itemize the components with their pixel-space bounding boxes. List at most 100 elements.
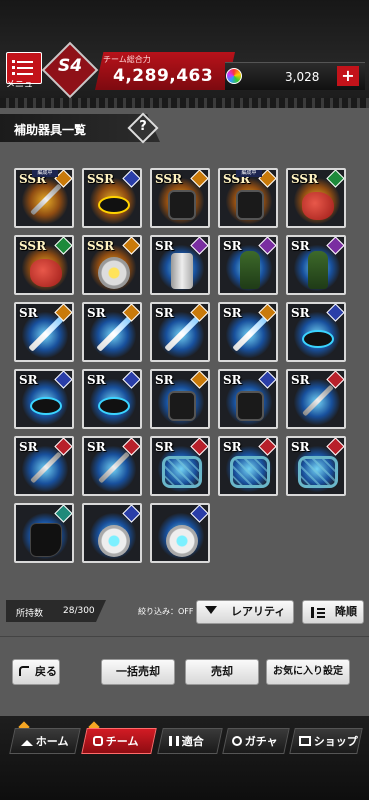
rarity-filter-label: レアリティ bbox=[231, 605, 286, 618]
net-icon bbox=[162, 456, 202, 488]
item-card[interactable] bbox=[14, 503, 74, 563]
gem-count: 3,028 bbox=[285, 70, 320, 84]
item-card[interactable]: SR bbox=[286, 302, 346, 362]
item-rarity: SR bbox=[223, 373, 242, 387]
glove-icon bbox=[236, 391, 264, 421]
item-card[interactable]: SR bbox=[218, 436, 278, 496]
item-rarity: SR bbox=[87, 440, 106, 454]
item-card[interactable]: SSR 編成中 bbox=[14, 168, 74, 228]
item-card[interactable]: SSR bbox=[82, 235, 142, 295]
item-card[interactable]: SR bbox=[14, 302, 74, 362]
item-card[interactable]: SSR bbox=[14, 235, 74, 295]
item-rarity: SR bbox=[291, 440, 310, 454]
gacha-icon bbox=[232, 736, 242, 746]
item-rarity: SR bbox=[291, 239, 310, 253]
help-icon[interactable]: ? bbox=[132, 119, 154, 134]
divider bbox=[0, 636, 369, 637]
menu-icon-line bbox=[17, 67, 33, 69]
item-card[interactable]: SR bbox=[150, 235, 210, 295]
item-card[interactable]: SR bbox=[150, 436, 210, 496]
item-rarity: SR bbox=[155, 239, 174, 253]
filter-status: 絞り込み：OFF bbox=[138, 607, 194, 616]
item-rarity: SR bbox=[19, 373, 38, 387]
menu-icon-dot bbox=[12, 66, 15, 69]
item-rarity: SR bbox=[223, 440, 242, 454]
tab-home[interactable]: ホーム bbox=[9, 728, 81, 754]
item-card[interactable]: SR bbox=[150, 302, 210, 362]
item-rarity: SR bbox=[19, 440, 38, 454]
shop-icon bbox=[299, 736, 311, 746]
can-icon bbox=[171, 253, 193, 289]
back-arrow-icon bbox=[19, 666, 29, 676]
glove-icon bbox=[236, 190, 264, 220]
item-card[interactable]: SR bbox=[286, 235, 346, 295]
tab-training[interactable]: 適合 bbox=[157, 728, 223, 754]
figure-icon bbox=[240, 251, 260, 289]
sort-order-label: 降順 bbox=[335, 605, 357, 618]
item-rarity: SSR bbox=[87, 239, 115, 253]
item-card[interactable] bbox=[82, 503, 142, 563]
gem-icon bbox=[226, 68, 242, 84]
boxing-icon bbox=[302, 192, 334, 220]
favorite-settings-button[interactable]: お気に入り設定 bbox=[266, 659, 350, 685]
item-rarity: SR bbox=[291, 306, 310, 320]
tape-icon bbox=[98, 257, 130, 289]
tab-shop[interactable]: ショップ bbox=[289, 728, 363, 754]
sort-order-button[interactable]: 降順 bbox=[302, 600, 364, 624]
back-label: 戻る bbox=[35, 665, 57, 678]
item-rarity: SR bbox=[87, 373, 106, 387]
item-card[interactable]: SR bbox=[150, 369, 210, 429]
item-card[interactable]: SR bbox=[218, 369, 278, 429]
owned-count: 28/300 bbox=[63, 606, 95, 616]
item-card[interactable]: SSR bbox=[82, 168, 142, 228]
sell-button[interactable]: 売却 bbox=[185, 659, 259, 685]
menu-icon-dot bbox=[12, 72, 15, 75]
item-card[interactable]: SR bbox=[286, 436, 346, 496]
item-card[interactable]: SSR bbox=[150, 168, 210, 228]
tab-gacha[interactable]: ガチャ bbox=[222, 728, 290, 754]
item-card[interactable]: SR bbox=[82, 302, 142, 362]
training-icon bbox=[169, 736, 179, 746]
add-gem-button[interactable]: + bbox=[337, 66, 359, 86]
item-card[interactable]: SR bbox=[14, 369, 74, 429]
item-rarity: SSR bbox=[19, 239, 47, 253]
tab-team[interactable]: チーム bbox=[81, 728, 157, 754]
item-card[interactable]: SR bbox=[82, 436, 142, 496]
item-card[interactable] bbox=[150, 503, 210, 563]
bulk-sell-button[interactable]: 一括売却 bbox=[101, 659, 175, 685]
black-pill-icon bbox=[30, 397, 62, 415]
menu-icon-line bbox=[17, 61, 33, 63]
team-power-value: 4,289,463 bbox=[113, 66, 214, 86]
item-card[interactable]: SR bbox=[14, 436, 74, 496]
item-rarity: SR bbox=[19, 306, 38, 320]
tab-training-label: 適合 bbox=[181, 735, 204, 748]
tab-home-label: ホーム bbox=[35, 735, 69, 748]
item-rarity: SR bbox=[223, 306, 242, 320]
item-card[interactable]: SR bbox=[82, 369, 142, 429]
item-card[interactable]: SR bbox=[218, 302, 278, 362]
section-title: 補助器具一覧 bbox=[14, 123, 87, 137]
owned-label: 所持数 bbox=[16, 609, 44, 619]
menu-icon-line bbox=[17, 73, 33, 75]
back-button[interactable]: 戻る bbox=[12, 659, 60, 685]
item-card[interactable]: SR bbox=[218, 235, 278, 295]
boxing-icon bbox=[30, 259, 62, 287]
tape-blue-icon bbox=[98, 525, 130, 557]
sort-icon bbox=[311, 607, 325, 618]
figure-icon bbox=[308, 251, 328, 289]
item-card[interactable]: SSR bbox=[286, 168, 346, 228]
item-rarity: SSR bbox=[155, 172, 183, 186]
item-card[interactable]: SR bbox=[286, 369, 346, 429]
equipped-tag: 編成中 bbox=[236, 170, 262, 177]
rank-text: S4 bbox=[57, 56, 83, 76]
glove-icon bbox=[168, 190, 196, 220]
equipped-tag: 編成中 bbox=[32, 170, 58, 177]
item-card[interactable]: SSR 編成中 bbox=[218, 168, 278, 228]
rarity-filter-button[interactable]: レアリティ bbox=[196, 600, 294, 624]
item-rarity: SR bbox=[291, 373, 310, 387]
home-icon bbox=[21, 736, 33, 746]
team-icon bbox=[93, 736, 103, 746]
black-pill-icon bbox=[98, 397, 130, 415]
item-rarity: SSR bbox=[291, 172, 319, 186]
item-rarity: SR bbox=[155, 306, 174, 320]
